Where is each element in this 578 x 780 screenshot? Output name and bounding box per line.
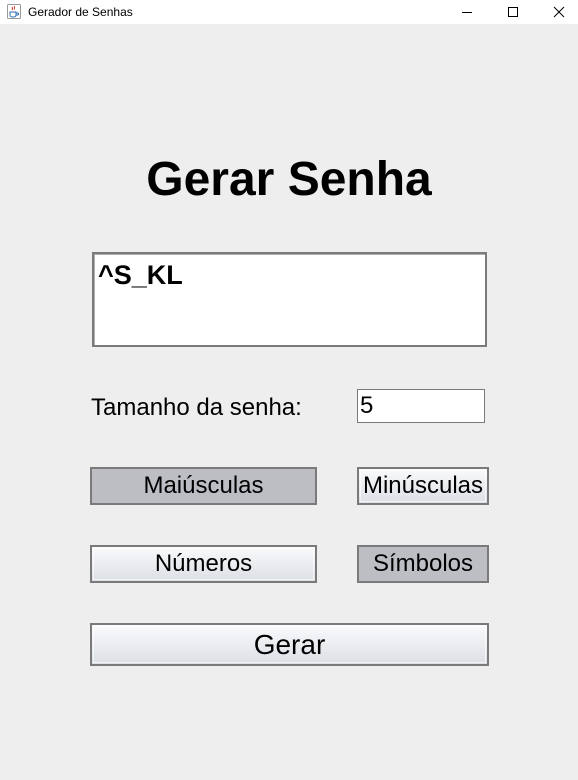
window-title: Gerador de Senhas xyxy=(28,5,133,19)
password-output-area[interactable]: ^S_KL xyxy=(92,252,487,347)
generated-password-text[interactable]: ^S_KL xyxy=(98,260,183,291)
password-size-input[interactable] xyxy=(357,389,485,423)
generate-button-label: Gerar xyxy=(253,628,326,660)
app-window: Gerador de Senhas Gerar Senha ^S_KL Tama… xyxy=(0,0,578,780)
password-size-label: Tamanho da senha: xyxy=(91,394,302,421)
uppercase-toggle-button[interactable]: Maiúsculas xyxy=(90,467,317,505)
lowercase-toggle-button[interactable]: Minúsculas xyxy=(357,467,489,505)
java-cup-icon xyxy=(7,4,21,19)
close-icon xyxy=(553,6,565,18)
numbers-toggle-button[interactable]: Números xyxy=(90,545,317,583)
maximize-button[interactable] xyxy=(490,0,536,24)
minimize-icon xyxy=(462,12,472,13)
minimize-button[interactable] xyxy=(444,0,490,24)
symbols-toggle-label: Símbolos xyxy=(372,550,474,577)
symbols-toggle-button[interactable]: Símbolos xyxy=(357,545,489,583)
numbers-toggle-label: Números xyxy=(154,550,253,577)
close-button[interactable] xyxy=(536,0,578,24)
page-title: Gerar Senha xyxy=(146,153,432,206)
uppercase-toggle-label: Maiúsculas xyxy=(143,472,264,499)
title-bar[interactable]: Gerador de Senhas xyxy=(0,0,578,24)
lowercase-toggle-label: Minúsculas xyxy=(362,472,484,499)
maximize-icon xyxy=(508,7,518,17)
generate-button[interactable]: Gerar xyxy=(90,623,489,666)
